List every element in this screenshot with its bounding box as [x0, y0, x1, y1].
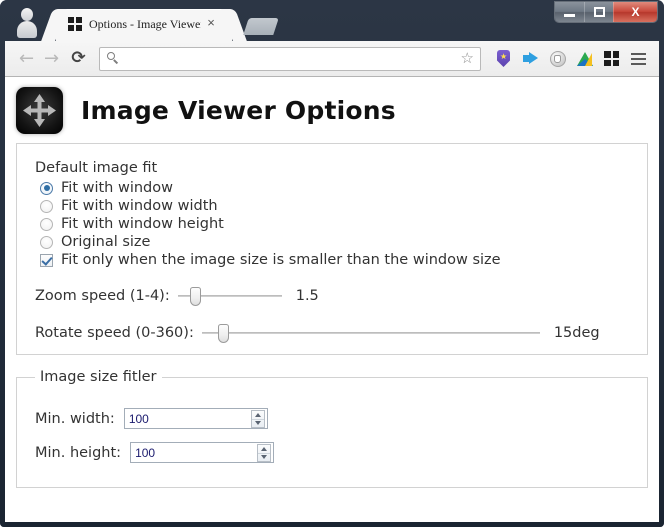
tab-strip: Options - Image Viewer × X: [0, 0, 664, 41]
radio-row-fit-with-window-height[interactable]: Fit with window height: [35, 215, 629, 233]
rotate-speed-label: Rotate speed (0-360):: [35, 325, 194, 341]
grid-squares-icon: [68, 17, 82, 31]
rotate-speed-row: Rotate speed (0-360): 15deg: [35, 323, 629, 343]
zoom-speed-slider[interactable]: [177, 286, 282, 306]
rotate-speed-slider[interactable]: [201, 323, 540, 343]
checkbox-row-fit-only-when-smaller[interactable]: Fit only when the image size is smaller …: [35, 251, 629, 269]
browser-window: Options - Image Viewer × X ← → ⟳ ☆ ★ Ima…: [0, 0, 664, 527]
back-arrow-icon[interactable]: ←: [14, 46, 39, 71]
zoom-speed-slider-thumb[interactable]: [189, 287, 201, 306]
avatar-head: [21, 8, 33, 21]
min-height-label: Min. height:: [35, 444, 122, 461]
radio-label-original-size: Original size: [61, 234, 151, 250]
avatar-body: [17, 21, 37, 38]
new-tab-button[interactable]: [243, 18, 279, 35]
window-frame: Options - Image Viewer × X ← → ⟳ ☆ ★ Ima…: [0, 0, 664, 527]
page-content: Image Viewer Options Default image fit F…: [5, 77, 659, 522]
min-width-stepper-down[interactable]: [252, 420, 264, 428]
checkbox-label-fit-only-when-smaller: Fit only when the image size is smaller …: [61, 252, 501, 268]
forward-arrow-icon[interactable]: →: [39, 46, 64, 71]
min-width-stepper[interactable]: [250, 410, 265, 428]
min-height-stepper-down[interactable]: [258, 454, 270, 462]
min-width-input[interactable]: [124, 409, 243, 428]
radio-fit-with-window[interactable]: [40, 181, 53, 195]
zoom-speed-label: Zoom speed (1-4):: [35, 288, 170, 304]
radio-original-size[interactable]: [40, 235, 53, 249]
rotate-speed-value: 15deg: [553, 325, 600, 341]
min-width-spinner[interactable]: [123, 408, 268, 429]
speaker-icon[interactable]: [517, 46, 544, 72]
address-input[interactable]: [120, 51, 461, 66]
min-height-stepper[interactable]: [257, 444, 272, 462]
image-size-filter-legend: Image size fitler: [40, 369, 157, 385]
move-arrows-icon: [16, 86, 63, 134]
default-image-fit-label: Default image fit: [35, 160, 158, 176]
radio-row-fit-with-window-width[interactable]: Fit with window width: [35, 197, 629, 215]
page-title: Image Viewer Options: [81, 95, 396, 125]
radio-row-original-size[interactable]: Original size: [35, 233, 629, 251]
radio-fit-with-window-width[interactable]: [40, 199, 53, 213]
min-height-stepper-up[interactable]: [258, 445, 271, 454]
min-width-row: Min. width:: [35, 408, 629, 429]
tab-options-image-viewer[interactable]: Options - Image Viewer ×: [56, 9, 232, 41]
radio-label-fit-with-window-width: Fit with window width: [61, 198, 218, 214]
profile-avatar-icon[interactable]: [16, 8, 38, 38]
grid-squares-icon[interactable]: [598, 46, 625, 72]
close-button[interactable]: X: [613, 2, 657, 22]
tab-title: Options - Image Viewer: [89, 17, 201, 31]
maximize-button[interactable]: [584, 2, 613, 22]
rotate-speed-slider-thumb[interactable]: [217, 324, 229, 343]
radio-label-fit-with-window-height: Fit with window height: [61, 216, 224, 232]
minimize-button[interactable]: [555, 2, 584, 22]
zoom-speed-row: Zoom speed (1-4): 1.5: [35, 286, 629, 306]
search-icon: [107, 52, 120, 65]
radio-label-fit-with-window: Fit with window: [61, 180, 173, 196]
min-width-label: Min. width:: [35, 410, 115, 427]
maximize-icon: [593, 7, 605, 17]
google-drive-icon[interactable]: [571, 46, 598, 72]
radio-row-fit-with-window[interactable]: Fit with window: [35, 179, 629, 197]
reload-icon[interactable]: ⟳: [66, 46, 91, 71]
checkbox-fit-only-when-smaller[interactable]: [40, 253, 53, 267]
hand-stop-icon[interactable]: [544, 46, 571, 72]
page-header: Image Viewer Options: [5, 77, 659, 135]
default-image-fit-panel: Default image fit Fit with window Fit wi…: [16, 143, 648, 355]
browser-toolbar: ← → ⟳ ☆ ★: [5, 41, 659, 77]
tab-close-icon[interactable]: ×: [204, 16, 218, 30]
rotate-speed-slider-track[interactable]: [201, 332, 540, 334]
window-controls: X: [555, 2, 657, 22]
min-height-spinner[interactable]: [130, 442, 275, 463]
menu-hamburger-icon[interactable]: [625, 46, 652, 72]
shield-star-icon[interactable]: ★: [490, 46, 517, 72]
image-size-filter-panel: Image size fitler Min. width: Min. h: [16, 369, 648, 488]
radio-fit-with-window-height[interactable]: [40, 217, 53, 231]
address-bar[interactable]: ☆: [99, 46, 481, 71]
zoom-speed-value: 1.5: [295, 288, 319, 304]
min-width-stepper-up[interactable]: [251, 411, 264, 420]
min-height-input[interactable]: [131, 443, 250, 462]
minimize-icon: [564, 13, 575, 17]
min-height-row: Min. height:: [35, 442, 629, 463]
bookmark-star-icon[interactable]: ☆: [461, 51, 474, 66]
